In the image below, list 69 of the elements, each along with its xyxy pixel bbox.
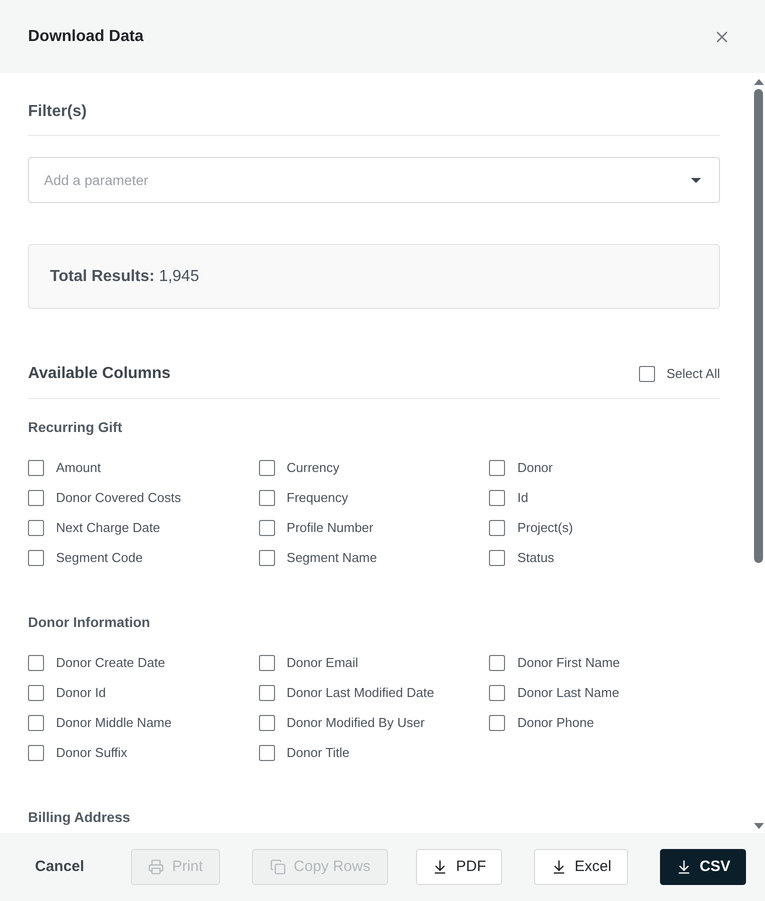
- checkbox[interactable]: [489, 715, 506, 731]
- column-label[interactable]: Project(s): [517, 518, 573, 538]
- column-label[interactable]: Donor Covered Costs: [56, 488, 181, 508]
- column-label[interactable]: Id: [517, 488, 528, 508]
- checkbox[interactable]: [28, 460, 44, 476]
- checkbox[interactable]: [28, 655, 44, 671]
- caret-icon: [691, 178, 701, 182]
- column-label[interactable]: Frequency: [286, 488, 348, 508]
- scroll-down-icon[interactable]: [754, 823, 764, 829]
- column-label[interactable]: Donor Create Date: [56, 653, 166, 673]
- checkbox[interactable]: [258, 715, 275, 731]
- column-label[interactable]: Donor: [517, 458, 553, 478]
- checkbox[interactable]: [28, 745, 44, 761]
- checkbox[interactable]: [258, 550, 275, 566]
- checkbox[interactable]: [258, 490, 275, 506]
- checkbox[interactable]: [258, 520, 275, 536]
- download-button[interactable]: PDF: [416, 849, 502, 885]
- checkbox[interactable]: [28, 550, 44, 566]
- column-label[interactable]: Currency: [286, 458, 340, 478]
- column-label[interactable]: Donor Title: [286, 743, 350, 763]
- checkbox[interactable]: [28, 685, 44, 701]
- download-button[interactable]: Excel: [534, 849, 628, 885]
- scroll-up-icon[interactable]: [754, 79, 764, 85]
- dialog-title: Download Data: [28, 26, 144, 46]
- column-label[interactable]: Donor Last Name: [517, 683, 620, 703]
- column-label[interactable]: Donor Last Modified Date: [286, 683, 434, 703]
- checkbox[interactable]: [489, 520, 506, 536]
- checkbox[interactable]: [489, 490, 506, 506]
- group-heading: Billing Address: [28, 808, 130, 827]
- column-label[interactable]: Donor First Name: [517, 653, 620, 673]
- column-label[interactable]: Amount: [56, 458, 101, 478]
- total-results: Total Results: 1,945: [50, 266, 200, 286]
- column-label[interactable]: Donor Email: [286, 653, 358, 673]
- group-heading: Recurring Gift: [28, 418, 122, 437]
- checkbox[interactable]: [28, 490, 44, 506]
- checkbox[interactable]: [489, 460, 506, 476]
- section-heading: Filter(s): [28, 102, 87, 122]
- download-button[interactable]: CSV: [660, 849, 746, 885]
- checkbox[interactable]: [638, 366, 655, 382]
- checkbox[interactable]: [489, 655, 506, 671]
- section-heading: Available Columns: [28, 364, 171, 384]
- printer-icon: [148, 859, 164, 875]
- checkbox[interactable]: [258, 745, 275, 761]
- cancel-button[interactable]: Cancel: [28, 849, 98, 885]
- checkbox[interactable]: [258, 655, 275, 671]
- download-icon: [676, 859, 692, 875]
- checkbox[interactable]: [258, 460, 275, 476]
- checkbox[interactable]: [258, 685, 275, 701]
- select-placeholder: Add a parameter: [44, 170, 148, 190]
- scrollbar-thumb[interactable]: [754, 89, 763, 563]
- column-label[interactable]: Donor Id: [56, 683, 106, 703]
- download-icon: [432, 859, 448, 875]
- copy-icon: [270, 859, 286, 875]
- column-label[interactable]: Donor Phone: [517, 713, 594, 733]
- group-heading: Donor Information: [28, 613, 150, 632]
- column-label[interactable]: Status: [517, 548, 554, 568]
- select-all-label[interactable]: Select All: [666, 364, 720, 384]
- column-label[interactable]: Segment Code: [56, 548, 143, 568]
- column-label[interactable]: Next Charge Date: [56, 518, 160, 538]
- checkbox[interactable]: [28, 520, 44, 536]
- checkbox[interactable]: [489, 685, 506, 701]
- column-label[interactable]: Donor Suffix: [56, 743, 128, 763]
- column-label[interactable]: Donor Middle Name: [56, 713, 172, 733]
- download-icon: [550, 859, 567, 875]
- column-label[interactable]: Profile Number: [286, 518, 374, 538]
- column-label[interactable]: Donor Modified By User: [286, 713, 425, 733]
- column-label[interactable]: Segment Name: [286, 548, 377, 568]
- checkbox[interactable]: [489, 550, 506, 566]
- checkbox[interactable]: [28, 715, 44, 731]
